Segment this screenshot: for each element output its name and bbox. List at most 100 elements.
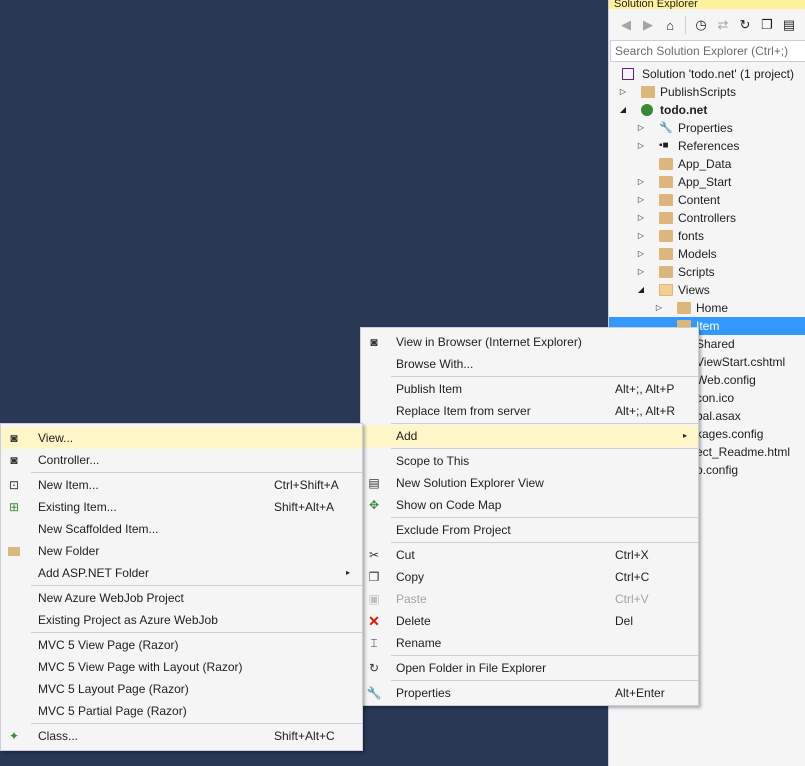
tree-item-project[interactable]: ◢ todo.net xyxy=(609,101,805,119)
folder-icon xyxy=(659,266,673,278)
menu-copy[interactable]: ❐ Copy Ctrl+C xyxy=(361,566,698,588)
submenu-azure-webjob[interactable]: New Azure WebJob Project xyxy=(1,587,362,609)
home-icon[interactable]: ⌂ xyxy=(661,16,679,34)
submenu-existing-item[interactable]: ⊞ Existing Item... Shift+Alt+A xyxy=(1,496,362,518)
panel-title: Solution Explorer xyxy=(609,0,805,9)
collapse-arrow-icon[interactable]: ◢ xyxy=(636,281,646,299)
menu-separator xyxy=(391,423,698,424)
toolbar-separator xyxy=(685,16,686,34)
menu-exclude[interactable]: Exclude From Project xyxy=(361,519,698,541)
references-icon: ▪■ xyxy=(659,140,669,151)
menu-separator xyxy=(31,472,362,473)
tree-item-app-data[interactable]: App_Data xyxy=(609,155,805,173)
menu-separator xyxy=(391,680,698,681)
folder-icon xyxy=(677,302,691,314)
tree-item-home[interactable]: ▷ Home xyxy=(609,299,805,317)
context-menu: ◙ View in Browser (Internet Explorer) Br… xyxy=(360,327,699,706)
sync-icon[interactable]: ⇄ xyxy=(714,16,732,34)
menu-scope-to-this[interactable]: Scope to This xyxy=(361,450,698,472)
show-all-files-icon[interactable]: ▤ xyxy=(780,16,798,34)
tree-item-fonts[interactable]: ▷ fonts xyxy=(609,227,805,245)
collapse-all-icon[interactable]: ❐ xyxy=(758,16,776,34)
paste-icon: ▣ xyxy=(368,592,380,606)
submenu-view[interactable]: ◙ View... xyxy=(1,427,362,449)
refresh-icon[interactable]: ↻ xyxy=(736,16,754,34)
menu-separator xyxy=(31,632,362,633)
expand-arrow-icon[interactable]: ▷ xyxy=(636,245,646,263)
menu-show-on-code-map[interactable]: ✥ Show on Code Map xyxy=(361,494,698,516)
menu-paste[interactable]: ▣ Paste Ctrl+V xyxy=(361,588,698,610)
wrench-icon: 🔧 xyxy=(366,686,382,700)
web-project-icon xyxy=(641,104,653,116)
menu-open-folder[interactable]: ↻ Open Folder in File Explorer xyxy=(361,657,698,679)
tree-item-solution[interactable]: Solution 'todo.net' (1 project) xyxy=(609,65,805,83)
tree-item-controllers[interactable]: ▷ Controllers xyxy=(609,209,805,227)
expand-arrow-icon[interactable]: ▷ xyxy=(636,227,646,245)
view-icon: ◙ xyxy=(10,431,18,445)
menu-separator xyxy=(391,448,698,449)
submenu-mvc5-view-layout[interactable]: MVC 5 View Page with Layout (Razor) xyxy=(1,656,362,678)
menu-cut[interactable]: ✂ Cut Ctrl+X xyxy=(361,544,698,566)
pending-changes-icon[interactable]: ◷ xyxy=(692,16,710,34)
submenu-existing-webjob[interactable]: Existing Project as Azure WebJob xyxy=(1,609,362,631)
se-toolbar: ◀ ▶ ⌂ ◷ ⇄ ↻ ❐ ▤ xyxy=(609,12,805,38)
submenu-mvc5-view[interactable]: MVC 5 View Page (Razor) xyxy=(1,634,362,656)
search-input[interactable]: Search Solution Explorer (Ctrl+;) xyxy=(610,40,805,62)
new-folder-icon xyxy=(7,544,21,558)
submenu-new-item[interactable]: ⊡ New Item... Ctrl+Shift+A xyxy=(1,474,362,496)
menu-separator xyxy=(31,723,362,724)
folder-icon xyxy=(659,194,673,206)
expand-arrow-icon[interactable]: ▷ xyxy=(636,263,646,281)
expand-arrow-icon[interactable]: ▷ xyxy=(636,119,646,137)
tree-item-publishscripts[interactable]: ▷ PublishScripts xyxy=(609,83,805,101)
expand-arrow-icon[interactable]: ▷ xyxy=(636,173,646,191)
tree-item-references[interactable]: ▷ ▪■ References xyxy=(609,137,805,155)
submenu-arrow-icon: ▸ xyxy=(683,431,688,440)
menu-add[interactable]: Add ▸ xyxy=(361,425,698,447)
expand-arrow-icon[interactable]: ▷ xyxy=(654,299,664,317)
wrench-icon: 🔧 xyxy=(659,122,673,134)
expand-arrow-icon[interactable]: ▷ xyxy=(636,191,646,209)
menu-delete[interactable]: ✕ Delete Del xyxy=(361,610,698,632)
menu-publish-item[interactable]: Publish Item Alt+;, Alt+P xyxy=(361,378,698,400)
tree-item-scripts[interactable]: ▷ Scripts xyxy=(609,263,805,281)
menu-browse-with[interactable]: Browse With... xyxy=(361,353,698,375)
menu-properties[interactable]: 🔧 Properties Alt+Enter xyxy=(361,682,698,704)
menu-separator xyxy=(391,542,698,543)
scissors-icon: ✂ xyxy=(368,548,380,562)
menu-replace-item[interactable]: Replace Item from server Alt+;, Alt+R xyxy=(361,400,698,422)
collapse-arrow-icon[interactable]: ◢ xyxy=(618,101,628,119)
expand-arrow-icon[interactable]: ▷ xyxy=(618,83,628,101)
tree-item-app-start[interactable]: ▷ App_Start xyxy=(609,173,805,191)
submenu-add-aspnet-folder[interactable]: Add ASP.NET Folder ▸ xyxy=(1,562,362,584)
menu-new-se-view[interactable]: ▤ New Solution Explorer View xyxy=(361,472,698,494)
tree-item-content[interactable]: ▷ Content xyxy=(609,191,805,209)
new-item-icon: ⊡ xyxy=(8,478,20,492)
add-submenu: ◙ View... ◙ Controller... ⊡ New Item... … xyxy=(0,423,363,751)
solution-icon xyxy=(622,68,634,80)
code-map-icon: ✥ xyxy=(368,498,380,512)
menu-rename[interactable]: ⌶ Rename xyxy=(361,632,698,654)
menu-separator xyxy=(391,376,698,377)
rename-icon: ⌶ xyxy=(370,636,378,650)
tree-item-properties[interactable]: ▷ 🔧 Properties xyxy=(609,119,805,137)
tree-item-views[interactable]: ◢ Views xyxy=(609,281,805,299)
refresh-icon: ↻ xyxy=(368,661,380,675)
submenu-scaffolded-item[interactable]: New Scaffolded Item... xyxy=(1,518,362,540)
back-icon[interactable]: ◀ xyxy=(617,16,635,34)
folder-open-icon xyxy=(659,284,673,296)
menu-separator xyxy=(31,585,362,586)
submenu-controller[interactable]: ◙ Controller... xyxy=(1,449,362,471)
forward-icon[interactable]: ▶ xyxy=(639,16,657,34)
folder-icon xyxy=(659,212,673,224)
submenu-mvc5-partial[interactable]: MVC 5 Partial Page (Razor) xyxy=(1,700,362,722)
submenu-class[interactable]: ✦ Class... Shift+Alt+C xyxy=(1,725,362,747)
menu-view-in-browser[interactable]: ◙ View in Browser (Internet Explorer) xyxy=(361,331,698,353)
submenu-mvc5-layout[interactable]: MVC 5 Layout Page (Razor) xyxy=(1,678,362,700)
tree-item-models[interactable]: ▷ Models xyxy=(609,245,805,263)
folder-icon xyxy=(659,158,673,170)
folder-icon xyxy=(659,230,673,242)
expand-arrow-icon[interactable]: ▷ xyxy=(636,137,646,155)
expand-arrow-icon[interactable]: ▷ xyxy=(636,209,646,227)
submenu-new-folder[interactable]: New Folder xyxy=(1,540,362,562)
